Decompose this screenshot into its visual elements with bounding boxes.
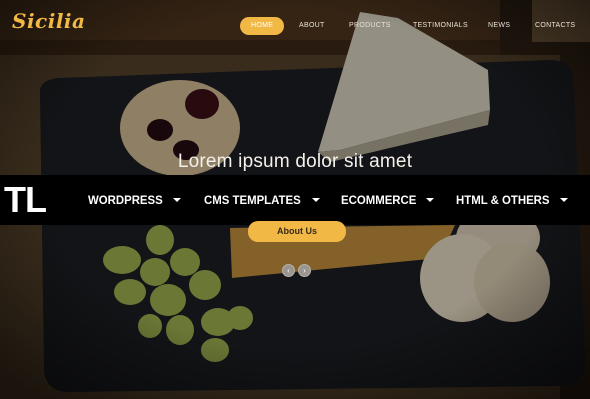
slider-next-button[interactable]: ›	[298, 264, 311, 277]
menu-html-others[interactable]: HTML & OTHERS	[456, 175, 569, 225]
caret-down-icon	[426, 197, 435, 202]
overlay-menu-bar: TL WORDPRESS CMS TEMPLATES ECOMMERCE HTM…	[0, 175, 590, 225]
hero-title: Lorem ipsum dolor sit amet	[177, 151, 413, 172]
overlay-logo[interactable]: TL	[4, 180, 47, 220]
caret-down-icon	[311, 197, 320, 202]
nav-item-products[interactable]: PRODUCTS	[349, 17, 391, 35]
about-us-button[interactable]: About Us	[248, 221, 346, 242]
menu-wordpress[interactable]: WORDPRESS	[88, 175, 181, 225]
slider-prev-button[interactable]: ‹	[282, 264, 295, 277]
menu-wordpress-label: WORDPRESS	[88, 193, 163, 207]
menu-ecommerce[interactable]: ECOMMERCE	[341, 175, 435, 225]
nav-item-contacts[interactable]: CONTACTS	[535, 17, 575, 35]
nav-item-news[interactable]: NEWS	[488, 17, 510, 35]
site-logo[interactable]: Sicilia	[12, 9, 85, 33]
nav-item-home[interactable]: HOME	[240, 17, 284, 35]
caret-down-icon	[560, 197, 569, 202]
nav-item-testimonials[interactable]: TESTIMONIALS	[413, 17, 468, 35]
menu-cms-templates-label: CMS TEMPLATES	[204, 193, 301, 207]
menu-cms-templates[interactable]: CMS TEMPLATES	[204, 175, 320, 225]
nav-item-about[interactable]: ABOUT	[299, 17, 325, 35]
menu-ecommerce-label: ECOMMERCE	[341, 193, 417, 207]
menu-html-others-label: HTML & OTHERS	[456, 193, 550, 207]
caret-down-icon	[172, 197, 181, 202]
